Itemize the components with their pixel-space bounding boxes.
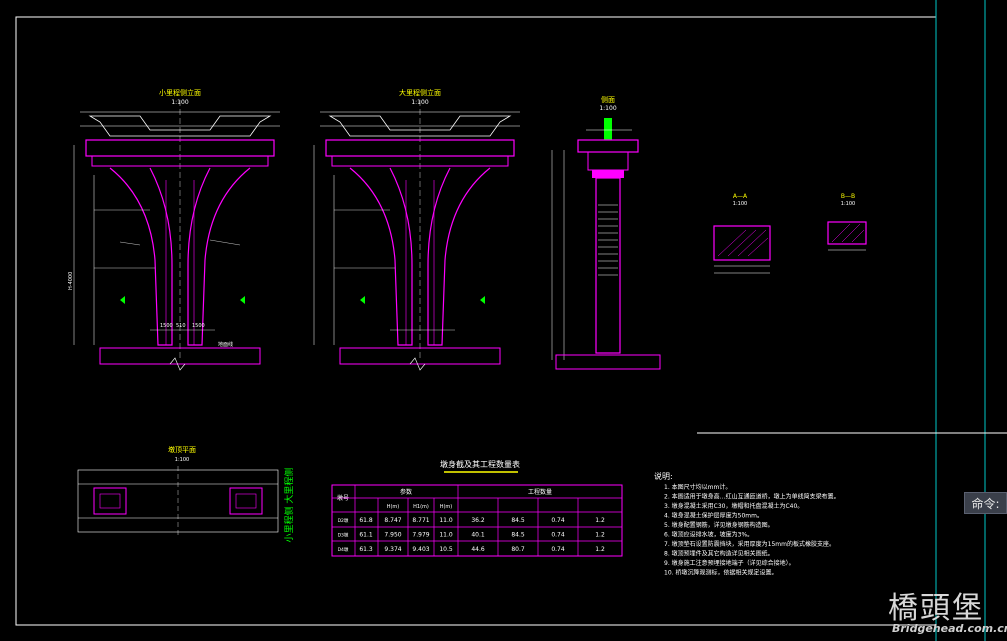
svg-text:工程数量: 工程数量 [528, 488, 552, 496]
table-cell: 7.950 [384, 532, 401, 539]
svg-text:A—A: A—A [733, 193, 748, 200]
table-cell: 1.2 [595, 517, 605, 524]
svg-text:1500: 1500 [192, 323, 205, 329]
elevation-view-2: 大里程侧立面 1:100 [313, 88, 520, 371]
note-line: 9. 墩身施工注意预埋接地端子（详见综合接地）。 [664, 559, 795, 567]
svg-text:H-4000: H-4000 [68, 272, 74, 290]
elevation-view-1: 小里程侧立面 1:100 H-4000 1500 510 1500 地面线 [68, 88, 280, 371]
table-cell: 36.2 [471, 517, 485, 524]
side-view: 侧面 1:100 [551, 95, 661, 370]
svg-text:H(m): H(m) [440, 504, 453, 510]
svg-text:1:100: 1:100 [733, 201, 747, 207]
svg-text:1500: 1500 [160, 323, 173, 329]
table-cell: 9.374 [384, 546, 401, 553]
side-title: 侧面 [601, 95, 615, 104]
table-cell: 8.747 [384, 517, 401, 524]
svg-text:1:100: 1:100 [175, 457, 189, 463]
watermark-url: Bridgehead.com.cn [892, 622, 1007, 635]
watermark-logo: 橋頭堡 [888, 591, 984, 626]
elev1-title: 小里程侧立面 [159, 88, 201, 97]
table-cell: 0.74 [551, 532, 565, 539]
table-cell: D3墩 [338, 532, 349, 539]
svg-text:说明:: 说明: [654, 471, 673, 481]
svg-text:510: 510 [176, 323, 186, 329]
note-line: 6. 墩顶应设排水坡，坡度为3%。 [664, 531, 753, 539]
side-scale: 1:100 [599, 105, 616, 112]
note-line: 5. 墩身配置钢筋，详见墩身钢筋构造图。 [664, 521, 774, 529]
table-cell: 11.0 [439, 517, 453, 524]
table-cell: 0.74 [551, 546, 565, 553]
table-cell: 1.2 [595, 532, 605, 539]
command-line-label[interactable]: 命令: [964, 492, 1007, 514]
table-cell: 84.5 [511, 517, 525, 524]
table-cell: D2墩 [338, 517, 349, 524]
cad-drawing-canvas[interactable]: 小里程侧立面 1:100 H-4000 1500 510 1500 地面线 大里… [0, 0, 1007, 641]
note-line: 1. 本图尺寸均以mm计。 [664, 483, 731, 491]
note-line: 7. 墩顶垫石设置防震挡块，采用厚度为15mm的板式橡胶支座。 [664, 540, 835, 548]
table-cell: 0.74 [551, 517, 565, 524]
svg-text:H1(m): H1(m) [413, 504, 429, 510]
note-line: 2. 本图适用于墩身高…红山互通匝道桥，墩上为单线简支梁布置。 [664, 493, 840, 501]
note-line: 3. 墩身混凝土采用C30，墩帽和托盘混凝土为C40。 [664, 502, 803, 510]
table-cell: 44.6 [471, 546, 485, 553]
notes-block: 说明: 1. 本图尺寸均以mm计。 2. 本图适用于墩身高…红山互通匝道桥，墩上为… [654, 471, 840, 577]
plan-view: 墩顶平面 1:100 小里程侧 大里程侧 [77, 445, 295, 543]
section-aa: A—A 1:100 [713, 193, 771, 274]
table-cell: D4墩 [338, 546, 349, 553]
svg-text:地面线: 地面线 [218, 341, 233, 348]
svg-text:1:100: 1:100 [841, 201, 855, 207]
table-cell: 8.771 [412, 517, 429, 524]
quantity-table: 墩身截及其工程数量表 墩号 参数 工程数量 H(m) H1(m) H(m) D2… [331, 459, 623, 557]
note-line: 10. 桥墩沉降观测标，依据相关规定设置。 [664, 569, 777, 577]
table-cell: 11.0 [439, 532, 453, 539]
table-cell: 10.5 [439, 546, 453, 553]
table-cell: 7.979 [412, 532, 429, 539]
svg-text:墩顶平面: 墩顶平面 [168, 445, 196, 454]
table-cell: 9.403 [412, 546, 429, 553]
svg-text:H(m): H(m) [387, 504, 400, 510]
svg-text:B—B: B—B [841, 193, 855, 200]
table-cell: 1.2 [595, 546, 605, 553]
table-cell: 80.7 [511, 546, 525, 553]
section-bb: B—B 1:100 [827, 193, 867, 251]
table-cell: 61.8 [359, 517, 373, 524]
watermark: 橋頭堡 Bridgehead.com.cn [884, 583, 1007, 637]
svg-text:墩号: 墩号 [337, 494, 349, 502]
table-cell: 61.1 [359, 532, 373, 539]
svg-text:墩身截及其工程数量表: 墩身截及其工程数量表 [440, 459, 520, 469]
svg-text:小里程侧 大里程侧: 小里程侧 大里程侧 [283, 468, 295, 543]
svg-text:参数: 参数 [400, 488, 412, 496]
elev2-title: 大里程侧立面 [399, 88, 441, 97]
note-line: 8. 墩顶预埋件及其它构造详见相关图纸。 [664, 550, 774, 558]
note-line: 4. 墩身混凝土保护层厚度为50mm。 [664, 512, 763, 520]
table-cell: 84.5 [511, 532, 525, 539]
table-cell: 61.3 [359, 546, 373, 553]
table-cell: 40.1 [471, 532, 485, 539]
